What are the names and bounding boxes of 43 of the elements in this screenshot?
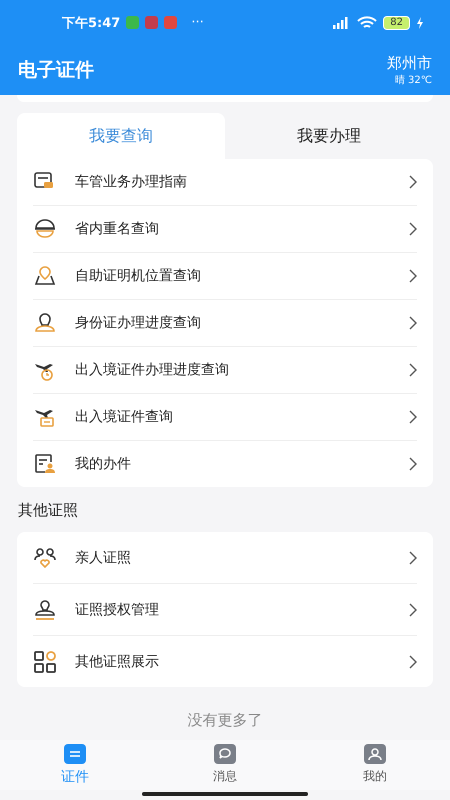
list-item[interactable]: 证照授权管理 [33,584,417,636]
dome-icon [33,217,57,241]
list-item[interactable]: 自助证明机位置查询 [33,253,417,300]
map-pin-icon [33,264,57,288]
status-time: 下午5:47 [62,14,120,32]
page-title: 电子证件 [18,58,94,83]
list-item[interactable]: 出入境证件办理进度查询 [33,347,417,394]
app-notification-icon [164,16,178,29]
chevron-right-icon [409,269,417,283]
chevron-right-icon [409,457,417,471]
people-heart-icon [33,546,57,570]
more-notifications: ··· [191,15,204,30]
nav-tab[interactable]: 消息 [150,740,300,790]
list-item[interactable]: 出入境证件查询 [33,394,417,441]
chevron-right-icon [409,602,417,616]
weather-text: 晴 32℃ [394,74,432,86]
section-title: 其他证照 [17,500,79,521]
charging-icon [416,16,424,28]
list-item[interactable]: 身份证办理进度查询 [33,300,417,347]
stamp-icon [33,598,57,622]
chevron-right-icon [409,654,417,668]
chevron-right-icon [409,316,417,330]
tab[interactable]: 我要办理 [225,113,433,159]
list-item[interactable]: 其他证照展示 [33,636,417,687]
chevron-right-icon [409,410,417,424]
chevron-right-icon [409,550,417,564]
document-person-icon [33,452,57,476]
nav-tab[interactable]: 我的 [300,740,450,790]
list-item[interactable]: 亲人证照 [33,532,417,584]
wifi-icon [357,16,378,30]
chevron-right-icon [409,175,417,189]
list-item[interactable]: 省内重名查询 [33,206,417,253]
list-item[interactable]: 车管业务办理指南 [33,159,417,206]
grid-icon [33,650,57,674]
chevron-right-icon [409,222,417,236]
tab[interactable]: 我要查询 [17,113,225,159]
app-notification-icon [145,16,158,29]
end-of-list-note: 没有更多了 [186,711,264,730]
person-icon [33,311,57,335]
app-notification-icon [126,16,140,29]
battery-indicator: 82 [383,16,410,30]
list-item[interactable]: 我的办件 [33,441,417,487]
chevron-right-icon [409,363,417,377]
